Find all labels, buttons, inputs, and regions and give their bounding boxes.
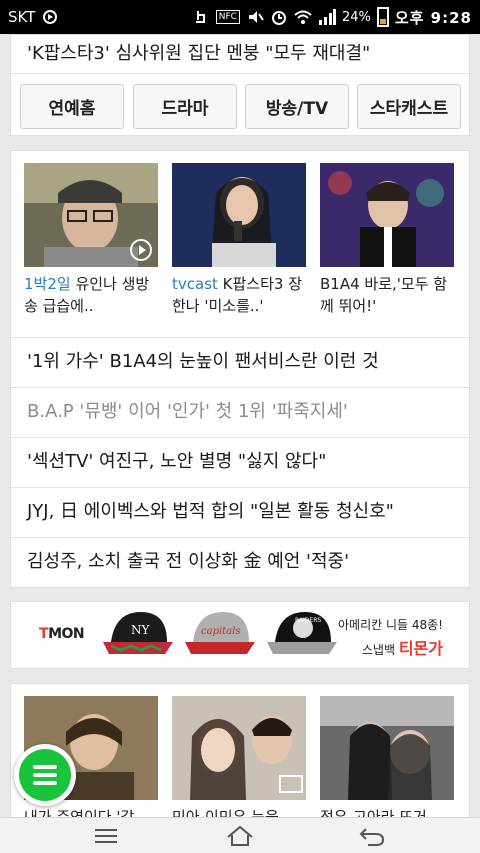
ad-banner[interactable]: TMON NY capitals RAIDERS 아메리칸 니들 48종! 스냅… xyxy=(10,601,470,669)
category-button-broadcast-tv[interactable]: 방송/TV xyxy=(245,84,349,129)
divider xyxy=(11,73,469,74)
menu-icon xyxy=(19,749,71,801)
category-button-starcast[interactable]: 스타캐스트 xyxy=(357,84,461,129)
cap-image-2: capitals xyxy=(183,608,257,666)
svg-text:NY: NY xyxy=(131,623,151,637)
nfc-icon: NFC xyxy=(215,10,240,24)
featured-caption-1[interactable]: 1박2일 유인나 생방송 급습에.. xyxy=(24,273,160,317)
ad-logo: TMON xyxy=(39,626,85,642)
clock: 오후 9:28 xyxy=(394,8,472,27)
wifi-icon xyxy=(294,10,312,24)
caption-text: B1A4 바로,'모두 함께 뛰어!' xyxy=(320,275,448,315)
cap-image-1: NY xyxy=(101,608,175,666)
back-icon xyxy=(359,828,385,846)
svg-text:RAIDERS: RAIDERS xyxy=(295,617,321,624)
carrier-label: SKT xyxy=(8,8,36,26)
category-button-entertainment-home[interactable]: 연예홈 xyxy=(20,84,124,129)
home-nav-button[interactable] xyxy=(220,822,260,850)
ad-line-1: 아메리칸 니들 48종! xyxy=(338,618,443,632)
top-news-card: 'K팝스타3' 심사위원 집단 멘붕 "모두 재대결" 연예홈 드라마 방송/T… xyxy=(10,34,470,136)
news-row[interactable]: '섹션TV' 여진구, 노안 별명 "싫지 않다" xyxy=(11,437,469,487)
photo-thumbnail-2[interactable] xyxy=(172,696,306,800)
featured-news-card: 1박2일 유인나 생방송 급습에.. tvcast K팝스타3 장한나 '미소를… xyxy=(10,150,470,588)
menu-icon xyxy=(95,829,117,843)
news-row[interactable]: JYJ, 日 에이벡스와 법적 합의 "일본 활동 청신호" xyxy=(11,487,469,537)
featured-caption-2[interactable]: tvcast K팝스타3 장한나 '미소를..' xyxy=(172,273,308,317)
back-nav-button[interactable] xyxy=(352,822,392,850)
category-button-drama[interactable]: 드라마 xyxy=(133,84,237,129)
talk-icon xyxy=(43,10,58,24)
alarm-icon xyxy=(271,11,286,25)
news-row[interactable]: B.A.P '뮤뱅' 이어 '인가' 첫 1위 '파죽지세' xyxy=(11,387,469,437)
featured-thumbnail-3[interactable] xyxy=(320,163,454,267)
featured-caption-3[interactable]: B1A4 바로,'모두 함께 뛰어!' xyxy=(320,273,456,317)
top-headline[interactable]: 'K팝스타3' 심사위원 집단 멘붕 "모두 재대결" xyxy=(27,39,370,65)
photo-news-card: 내가 주연이다 '갑 민아-이민우 눈웃 정우-고아라 뜨거 xyxy=(10,683,470,823)
svg-text:capitals: capitals xyxy=(201,626,240,637)
battery-percent: 24% xyxy=(341,9,371,25)
video-tag: tvcast xyxy=(172,275,218,293)
news-row[interactable]: 김성주, 소치 출국 전 이상화 金 예언 '적중' xyxy=(11,537,469,587)
floating-menu-button[interactable] xyxy=(14,744,76,806)
news-row[interactable]: '1위 가수' B1A4의 눈높이 팬서비스란 이런 것 xyxy=(11,337,469,387)
play-icon xyxy=(130,239,152,261)
signal-icon xyxy=(318,9,336,25)
system-nav-bar xyxy=(0,817,480,853)
featured-thumbnail-2[interactable] xyxy=(172,163,306,267)
mute-icon xyxy=(248,11,264,23)
photo-thumbnail-3[interactable] xyxy=(320,696,454,800)
featured-thumbnail-1[interactable] xyxy=(24,163,158,267)
home-icon xyxy=(227,825,253,846)
battery-icon xyxy=(376,7,389,27)
menu-nav-button[interactable] xyxy=(86,822,126,850)
ad-line-2: 스냅백 티몬가 xyxy=(361,639,443,658)
video-tag: 1박2일 xyxy=(24,275,71,293)
touch-icon xyxy=(195,11,205,23)
cap-image-3: RAIDERS xyxy=(265,608,339,666)
status-bar: SKT NFC 24% 오후 9:28 xyxy=(0,0,480,34)
